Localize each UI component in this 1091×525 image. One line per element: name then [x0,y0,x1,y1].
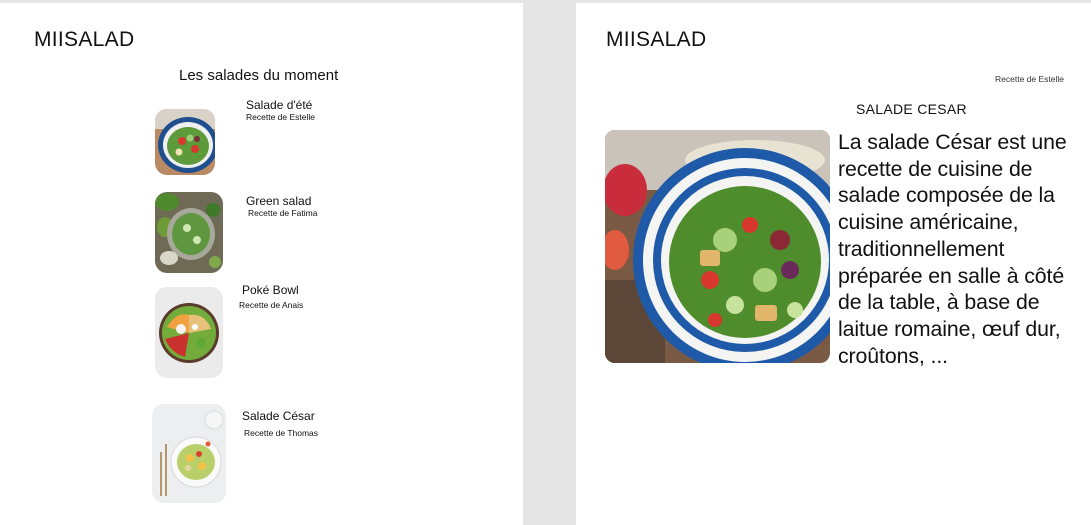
salad-name: Salade César [242,409,315,423]
salad-author: Recette de Fatima [248,208,318,218]
salad-thumbnail[interactable] [155,109,215,175]
salad-author: Recette de Estelle [246,112,315,122]
salad-name: Green salad [246,194,312,208]
salad-author: Recette de Thomas [244,428,319,438]
recipe-detail-screen: MIISALAD Recette de Estelle SALADE CESAR [576,3,1091,525]
salad-name: Salade d'été [246,98,313,112]
salad-list-screen: MIISALAD Les salades du moment Salade d'… [0,3,523,525]
recipe-description: La salade César est une recette de cuisi… [838,130,1067,368]
app-logo: MIISALAD [606,28,707,51]
salad-name: Poké Bowl [242,283,299,297]
recipe-author: Recette de Estelle [995,74,1064,84]
salad-thumbnail[interactable] [155,287,223,378]
section-title: Les salades du moment [179,67,339,84]
recipe-title: SALADE CESAR [856,101,967,117]
salad-author: Recette de Anais [239,300,304,310]
app-logo: MIISALAD [34,28,135,51]
salad-thumbnail[interactable] [152,404,226,503]
recipe-hero-image [605,130,830,363]
salad-thumbnail[interactable] [155,192,223,273]
